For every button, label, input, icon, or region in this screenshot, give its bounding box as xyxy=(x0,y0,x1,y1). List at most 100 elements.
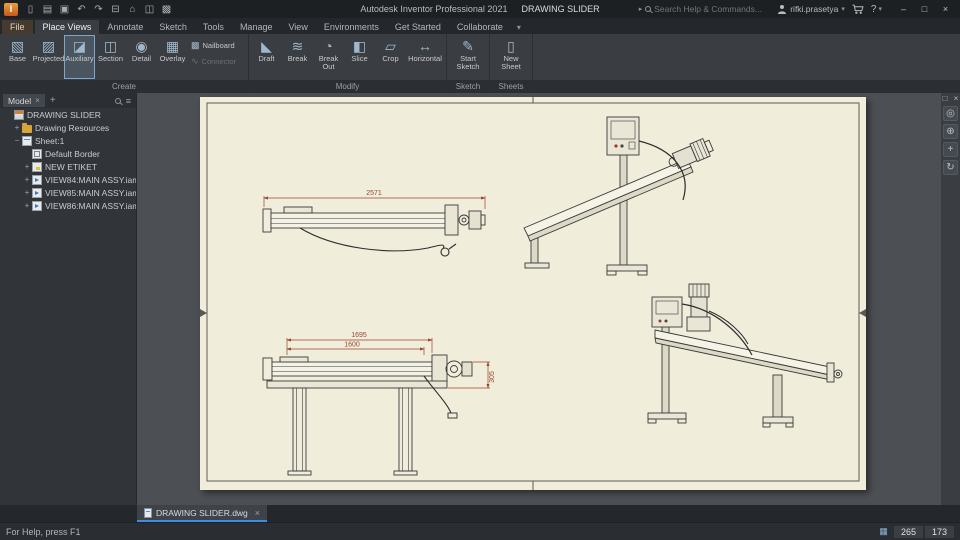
dimension-inner-length[interactable]: 1600 xyxy=(286,342,425,356)
browser-menu-icon[interactable]: ≡ xyxy=(126,96,131,106)
open-file-icon[interactable]: ▤ xyxy=(40,2,55,16)
base-button[interactable]: ▧ Base xyxy=(2,35,33,79)
drawing-view-iso-top[interactable] xyxy=(523,116,715,276)
dim-text-305: 305 xyxy=(489,371,496,383)
document-restore-button[interactable]: □ xyxy=(941,94,950,103)
print-icon[interactable]: ⊟ xyxy=(108,2,123,16)
close-button[interactable]: × xyxy=(935,1,956,17)
tree-item-view85[interactable]: + VIEW85:MAIN ASSY.iam xyxy=(0,186,136,199)
expander-icon[interactable]: + xyxy=(22,175,32,184)
horizontal-icon: ↔ xyxy=(418,38,432,54)
search-expand-icon[interactable]: ▸ xyxy=(639,5,643,13)
create-group-label[interactable]: Create xyxy=(0,80,248,93)
connector-button[interactable]: ∿ Connector xyxy=(191,56,243,67)
tree-item-default-border[interactable]: Default Border xyxy=(0,147,136,160)
save-icon[interactable]: ▣ xyxy=(57,2,72,16)
tree-item-drawing-resources[interactable]: + Drawing Resources xyxy=(0,121,136,134)
redo-icon[interactable]: ↷ xyxy=(91,2,106,16)
document-tab[interactable]: DRAWING SLIDER.dwg × xyxy=(137,505,268,522)
start-sketch-button[interactable]: ✎ Start Sketch xyxy=(449,35,487,79)
new-sheet-button[interactable]: ▯ New Sheet xyxy=(492,35,530,79)
ribbon-options-button[interactable]: ▾ xyxy=(511,21,527,34)
tab-place-views[interactable]: Place Views xyxy=(34,20,100,34)
modify-group-label[interactable]: Modify xyxy=(249,80,446,93)
expander-icon[interactable]: − xyxy=(12,136,22,145)
minimize-button[interactable]: – xyxy=(893,1,914,17)
maximize-button[interactable]: □ xyxy=(914,1,935,17)
auxiliary-label: Auxiliary xyxy=(65,54,94,63)
tab-view[interactable]: View xyxy=(280,20,315,34)
undo-icon[interactable]: ↶ xyxy=(74,2,89,16)
dim-text-2571: 2571 xyxy=(366,190,382,197)
help-menu[interactable]: ? ▾ xyxy=(871,4,882,15)
add-panel-tab-button[interactable]: + xyxy=(48,95,58,106)
expander-icon[interactable]: + xyxy=(22,162,32,171)
panel-tab-model[interactable]: Model × xyxy=(3,94,45,107)
overlay-button[interactable]: ▦ Overlay xyxy=(157,35,188,79)
tab-file[interactable]: File xyxy=(2,20,33,34)
tab-sketch[interactable]: Sketch xyxy=(151,20,195,34)
expander-icon[interactable]: + xyxy=(22,188,32,197)
expander-icon[interactable]: + xyxy=(22,201,32,210)
drawing-sheet[interactable]: 2571 1695 1600 305 xyxy=(200,97,866,490)
cart-icon[interactable] xyxy=(852,4,864,15)
auxiliary-button[interactable]: ◪ Auxiliary xyxy=(64,35,95,79)
grid-snap-icon[interactable]: ▦ xyxy=(879,526,888,537)
slice-button[interactable]: ◧ Slice xyxy=(344,35,375,79)
nailboard-button[interactable]: ▩ Nailboard xyxy=(191,40,243,51)
ribbon-empty-area xyxy=(533,34,960,93)
main-area: Model × + ≡ DRAWING SLIDER + Drawing Res… xyxy=(0,93,960,505)
tab-collaborate[interactable]: Collaborate xyxy=(449,20,511,34)
tab-manage[interactable]: Manage xyxy=(232,20,281,34)
model-tab-close-icon[interactable]: × xyxy=(35,96,40,105)
tab-get-started[interactable]: Get Started xyxy=(387,20,449,34)
detail-button[interactable]: ◉ Detail xyxy=(126,35,157,79)
tree-item-new-etiket[interactable]: + NEW ETIKET xyxy=(0,160,136,173)
section-button[interactable]: ◫ Section xyxy=(95,35,126,79)
appearance-icon[interactable]: ▩ xyxy=(159,2,174,16)
document-close-button[interactable]: × xyxy=(952,94,960,103)
ribbon-tab-bar: File Place Views Annotate Sketch Tools M… xyxy=(0,18,960,34)
search-input[interactable] xyxy=(654,4,771,14)
drawing-view-bottom-left[interactable]: 1695 1600 305 xyxy=(262,332,496,476)
tree-item-sheet-1[interactable]: − Sheet:1 xyxy=(0,134,136,147)
inventor-logo-icon[interactable]: I xyxy=(4,2,18,16)
tab-tools[interactable]: Tools xyxy=(195,20,232,34)
tree-item-view84[interactable]: + VIEW84:MAIN ASSY.iam xyxy=(0,173,136,186)
orbit-icon[interactable]: ↻ xyxy=(943,160,958,175)
expander-icon[interactable]: + xyxy=(12,123,22,132)
drawing-canvas[interactable]: 2571 1695 1600 305 □ × ◎ ⊕ + ↻ xyxy=(137,93,960,505)
navigation-wheel-icon[interactable]: ◎ xyxy=(943,106,958,121)
horizontal-button[interactable]: ↔ Horizontal xyxy=(406,35,444,79)
user-menu[interactable]: rifki.prasetya ▾ xyxy=(777,4,845,14)
new-file-icon[interactable]: ▯ xyxy=(23,2,38,16)
tab-environments[interactable]: Environments xyxy=(316,20,387,34)
document-tab-close-icon[interactable]: × xyxy=(255,508,260,518)
search-box[interactable]: ▸ xyxy=(639,2,771,16)
browser-search-icon[interactable] xyxy=(114,97,121,104)
sheets-group-label[interactable]: Sheets xyxy=(490,80,532,93)
home-icon[interactable]: ⌂ xyxy=(125,2,140,16)
pan-icon[interactable]: + xyxy=(943,142,958,157)
crop-button[interactable]: ▱ Crop xyxy=(375,35,406,79)
zoom-icon[interactable]: ⊕ xyxy=(943,124,958,139)
nailboard-icon: ▩ xyxy=(191,40,200,50)
browser-tab-bar: Model × + ≡ xyxy=(0,93,136,108)
break-button[interactable]: ≋ Break xyxy=(282,35,313,79)
document-title: DRAWING SLIDER xyxy=(521,4,600,14)
tree-item-label: NEW ETIKET xyxy=(45,161,97,172)
nailboard-label: Nailboard xyxy=(202,41,235,50)
draft-button[interactable]: ◣ Draft xyxy=(251,35,282,79)
drawing-view-top-left[interactable]: 2571 xyxy=(262,190,486,257)
projected-button[interactable]: ▨ Projected xyxy=(33,35,65,79)
tree-item-view86[interactable]: + VIEW86:MAIN ASSY.iam xyxy=(0,199,136,212)
break-out-button[interactable]: ◔ Break Out xyxy=(313,35,344,79)
new-sheet-label: New Sheet xyxy=(501,54,521,71)
create-small-buttons: ▩ Nailboard ∿ Connector xyxy=(188,35,246,79)
sketch-group-label[interactable]: Sketch xyxy=(447,80,489,93)
tab-annotate[interactable]: Annotate xyxy=(99,20,151,34)
materials-icon[interactable]: ◫ xyxy=(142,2,157,16)
tree-item-root[interactable]: DRAWING SLIDER xyxy=(0,108,136,121)
drawing-view-iso-bottom[interactable] xyxy=(647,283,843,428)
detail-label: Detail xyxy=(131,54,152,63)
